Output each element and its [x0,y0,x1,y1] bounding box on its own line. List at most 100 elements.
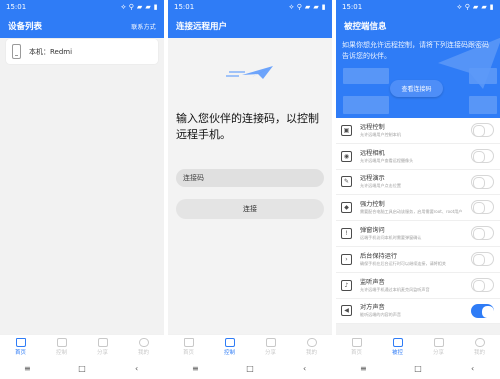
status-time: 15:01 [6,3,27,11]
status-icons: ⟡ ⚲ ▰ ▰ ▮ [289,3,326,11]
permission-text: 远程控制 允许远端用户控制本机 [360,124,462,137]
tab-home[interactable]: 首页 [7,335,35,358]
user-icon [138,337,149,347]
permission-title: 对方声音 [360,304,385,312]
bottom-tab-bar: 首页 被控 分享 我的 [336,334,500,358]
list-item: ! 弹窗询问 远端手机访问本机时需要弹窗确认 [336,221,500,247]
menu-icon[interactable]: ≡ [354,364,372,373]
tab-home[interactable]: 首页 [343,335,371,358]
input-placeholder: 连接码 [183,174,204,182]
hidden-code-block [343,68,389,84]
hidden-password-block [343,96,389,114]
permission-list: ▣ 远程控制 允许远端用户控制本机 ◉ 远程相机 允许远端用户查看远程摄像头 ✎ 远… [336,118,500,325]
device-list-screen: 15:01 ⟡ ⚲ ▰ ▰ ▮ 设备列表 联系方式 本机：Redmi 首页 控制… [0,0,164,379]
permission-text: 后台保持运行 确保手机在后台运行时可以继续连接，请将相关 [360,253,462,266]
background-run-toggle[interactable] [471,251,494,266]
remote-sound-toggle[interactable] [471,303,494,318]
popup-ask-toggle[interactable] [471,226,494,241]
permission-title: 远程演示 [360,175,385,183]
strong-control-toggle[interactable] [471,200,494,215]
connect-prompt: 输入您伙伴的连接码，以控制远程手机。 [176,112,319,141]
status-icons: ⟡ ⚲ ▰ ▰ ▮ [457,3,494,11]
permission-text: 弹窗询问 远端手机访问本机时需要弹窗确认 [360,227,462,240]
tab-label: 首页 [350,349,362,356]
tab-label: 分享 [432,349,444,356]
popup-icon: ! [341,228,352,240]
permission-description: 远端手机访问本机时需要弹窗确认 [360,235,422,241]
tab-label: 我的 [137,349,149,356]
three-screen-comparison: 15:01 ⟡ ⚲ ▰ ▰ ▮ 设备列表 联系方式 本机：Redmi 首页 控制… [0,0,500,379]
camera-icon: ◉ [341,150,352,162]
share-icon [433,337,444,347]
app-bar: 设备列表 联系方式 [0,14,164,38]
share-icon [97,337,108,347]
permission-text: 监听声音 允许远端手机通过本机麦克风监听声音 [360,279,462,292]
home-nav-icon[interactable]: □ [241,364,259,373]
tab-label: 首页 [14,349,26,356]
device-label: 本机：Redmi [29,47,73,56]
system-nav-bar: ≡ □ ‹ [168,358,332,379]
tab-label: 我的 [305,349,317,356]
listen-sound-toggle[interactable] [471,277,494,292]
status-icons: ⟡ ⚲ ▰ ▰ ▮ [121,3,158,11]
status-bar: 15:01 ⟡ ⚲ ▰ ▰ ▮ [0,0,164,14]
bottom-tab-bar: 首页 控制 分享 我的 [0,334,164,358]
connection-code-input[interactable]: 连接码 [176,169,324,187]
app-bar: 连接远程用户 [168,14,332,38]
list-item: ◉ 远程相机 允许远端用户查看远程摄像头 [336,144,500,170]
tab-mine[interactable]: 我的 [466,335,494,358]
permission-text: 对方声音 能听远端的内容的声音 [360,304,462,317]
terminal-icon: › [341,253,352,265]
system-nav-bar: ≡ □ ‹ [336,358,500,379]
tab-control[interactable]: 控制 [216,335,244,358]
home-icon [15,337,26,347]
tab-label: 被控 [391,349,403,356]
local-device-card[interactable]: 本机：Redmi [6,39,158,64]
tab-share[interactable]: 分享 [257,335,285,358]
permission-title: 远程控制 [360,123,385,131]
tab-share[interactable]: 分享 [89,335,117,358]
back-icon[interactable]: ‹ [464,364,482,373]
back-icon[interactable]: ‹ [296,364,314,373]
connect-button[interactable]: 连接 [176,199,324,219]
tab-mine[interactable]: 我的 [130,335,158,358]
permission-description: 允许远端用户查看远程摄像头 [360,157,414,163]
hidden-password-block [469,96,497,114]
home-icon [351,337,362,347]
present-icon: ✎ [341,176,352,188]
tab-label: 分享 [96,349,108,356]
home-nav-icon[interactable]: □ [73,364,91,373]
status-bar: 15:01 ⟡ ⚲ ▰ ▰ ▮ [336,0,500,14]
tab-home[interactable]: 首页 [175,335,203,358]
tab-control[interactable]: 控制 [48,335,76,358]
permission-description: 确保手机在后台运行时可以继续连接，请将相关 [360,260,446,266]
home-nav-icon[interactable]: □ [409,364,427,373]
home-icon [183,337,194,347]
connection-notice: 如果你想允许远程控制，请将下列连接码跟密码告诉您的伙伴。 [342,41,489,60]
list-item: ◆ 强力控制需要配合电脑工具启动该服务，启用需要root、root用户可直接使用 [336,195,500,222]
permission-title: 后台保持运行 [360,252,398,260]
view-connection-code-button[interactable]: 查看连接码 [390,80,443,97]
permission-description: 允许远端用户控制本机 [360,131,401,137]
paper-plane-icon [226,66,273,79]
status-time: 15:01 [342,3,363,11]
tab-mine[interactable]: 我的 [298,335,326,358]
back-icon[interactable]: ‹ [128,364,146,373]
permission-title: 监听声音 [360,278,385,286]
bottom-tab-bar: 首页 控制 分享 我的 [168,334,332,358]
status-bar: 15:01 ⟡ ⚲ ▰ ▰ ▮ [168,0,332,14]
permission-description: 需要配合电脑工具启动该服务，启用需要root、root用户可直接使用 [360,209,462,215]
hidden-code-block [469,68,497,84]
tab-share[interactable]: 分享 [425,335,453,358]
remote-camera-toggle[interactable] [471,148,494,163]
menu-icon[interactable]: ≡ [18,364,36,373]
app-bar: 被控端信息 [336,14,500,38]
contact-link[interactable]: 联系方式 [131,22,156,31]
list-item: ◀ 对方声音 能听远端的内容的声音 [336,299,500,325]
menu-icon[interactable]: ≡ [186,364,204,373]
remote-present-toggle[interactable] [471,174,494,189]
remote-control-toggle[interactable] [471,123,494,137]
list-item: ♪ 监听声音 允许远端手机通过本机麦克风监听声音 [336,273,500,299]
page-title: 连接远程用户 [176,22,228,32]
tab-controlled[interactable]: 被控 [384,335,412,358]
